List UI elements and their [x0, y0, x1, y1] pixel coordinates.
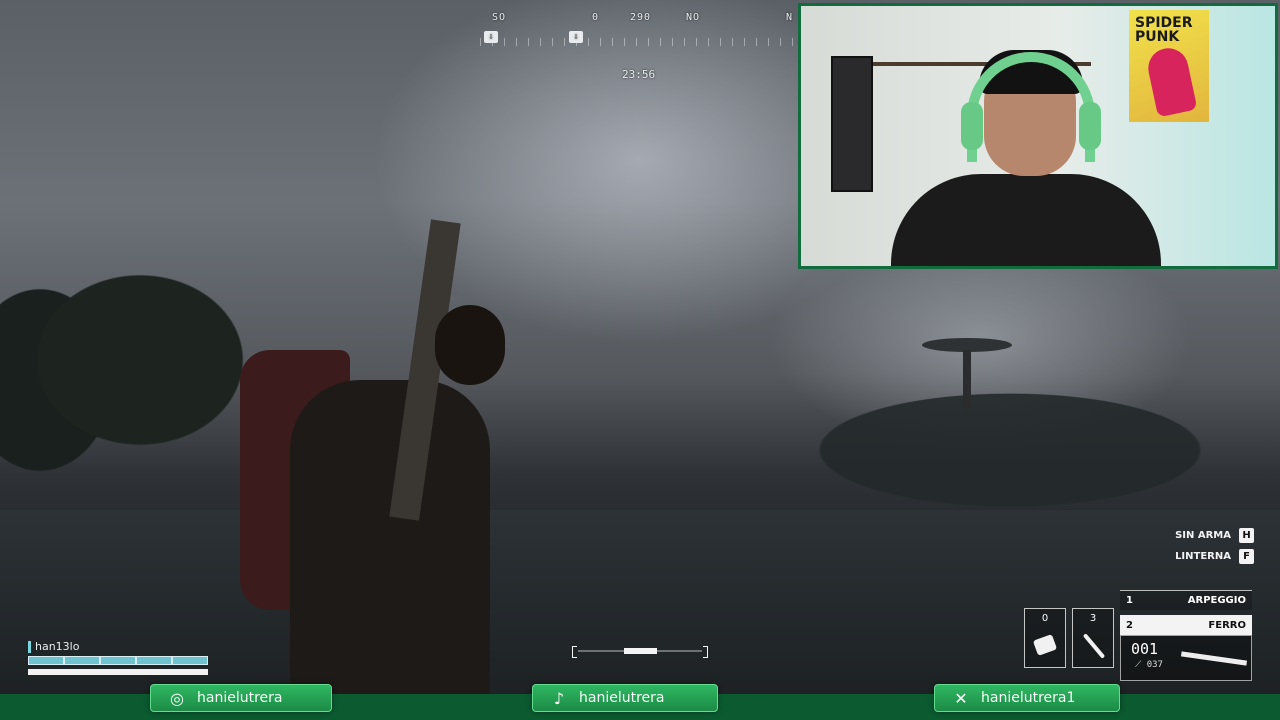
hint-label: SIN ARMA	[1175, 530, 1231, 541]
stamina-bracket-left	[572, 646, 577, 658]
x-icon: ✕	[954, 688, 968, 708]
social-tiktok[interactable]: ♪ hanielutrera	[532, 684, 718, 712]
rifle-icon	[1180, 651, 1248, 666]
hint-label: LINTERNA	[1175, 551, 1231, 562]
ammo-magazine: 001	[1131, 640, 1159, 658]
compass-ticks	[480, 38, 800, 46]
spider-punk-poster: SPIDER PUNK	[1129, 10, 1209, 122]
download-marker-icon: ⇩	[484, 31, 498, 43]
hint-unarmed: SIN ARMA H	[1175, 528, 1254, 543]
social-instagram[interactable]: ◎ hanielutrera	[150, 684, 332, 712]
compass-label: N	[786, 12, 794, 23]
social-handle: hanielutrera	[579, 690, 665, 706]
headset-ear-right	[1079, 102, 1101, 150]
instagram-icon: ◎	[170, 688, 184, 708]
room-mirror	[831, 56, 873, 192]
grenade-slot: 0	[1024, 608, 1066, 668]
poster-figure	[1144, 44, 1198, 118]
weapon-row-active: 2 FERRO	[1120, 615, 1252, 635]
tiktok-icon: ♪	[553, 688, 565, 708]
grenade-icon	[1032, 634, 1058, 656]
tool-slot: 3	[1072, 608, 1114, 668]
stamina-bracket-right	[703, 646, 708, 658]
compass-label: 290	[630, 12, 652, 23]
player-name: han13lo	[35, 640, 80, 653]
armor-bar	[28, 669, 208, 675]
weapon-name: ARPEGGIO	[1187, 595, 1246, 606]
ammo-reserve: 037	[1146, 660, 1163, 670]
slot-count: 3	[1089, 613, 1097, 624]
stamina-meter	[572, 646, 708, 658]
hammer-icon	[1082, 633, 1106, 659]
ammo-box: 001 ⟋ 037	[1120, 635, 1252, 681]
weapon-name: FERRO	[1208, 619, 1246, 631]
social-x[interactable]: ✕ hanielutrera1	[934, 684, 1120, 712]
slot-count: 0	[1041, 613, 1049, 624]
weapon-panel: 1 ARPEGGIO 2 FERRO 001 ⟋ 037	[1120, 590, 1252, 681]
key-hints: SIN ARMA H LINTERNA F	[1175, 528, 1254, 570]
character-head	[435, 305, 505, 385]
mission-timer: 23:56	[622, 68, 656, 81]
poster-text: SPIDER PUNK	[1135, 15, 1193, 45]
ammo-reserve-wrap: ⟋ 037	[1135, 660, 1163, 670]
social-handle: hanielutrera	[197, 690, 283, 706]
key-badge: F	[1239, 549, 1254, 564]
webcam-overlay: SPIDER PUNK	[798, 3, 1278, 269]
player-marker-icon	[28, 640, 31, 653]
hint-flashlight: LINTERNA F	[1175, 549, 1254, 564]
download-marker-icon: ⇩	[569, 31, 583, 43]
compass-label: SO	[492, 12, 507, 23]
alien-tower-pole	[963, 350, 971, 410]
player-status: han13lo	[28, 640, 208, 675]
compass: SO 0 290 NO N ⇩ ⇩	[480, 8, 800, 48]
streamer-body	[891, 174, 1161, 266]
key-badge: H	[1239, 528, 1254, 543]
health-bar	[28, 656, 208, 665]
compass-label: 0	[592, 12, 600, 23]
swamp-trees-right	[740, 360, 1280, 520]
stamina-fill	[624, 648, 657, 654]
social-handle: hanielutrera1	[981, 690, 1076, 706]
compass-label: NO	[686, 12, 701, 23]
headset-ear-left	[961, 102, 983, 150]
weapon-slot-number: 2	[1126, 619, 1133, 631]
player-character	[230, 219, 530, 700]
player-tag: han13lo	[28, 640, 208, 653]
weapon-row: 1 ARPEGGIO	[1120, 590, 1252, 610]
weapon-slot-number: 1	[1126, 595, 1133, 606]
character-body	[290, 380, 490, 700]
